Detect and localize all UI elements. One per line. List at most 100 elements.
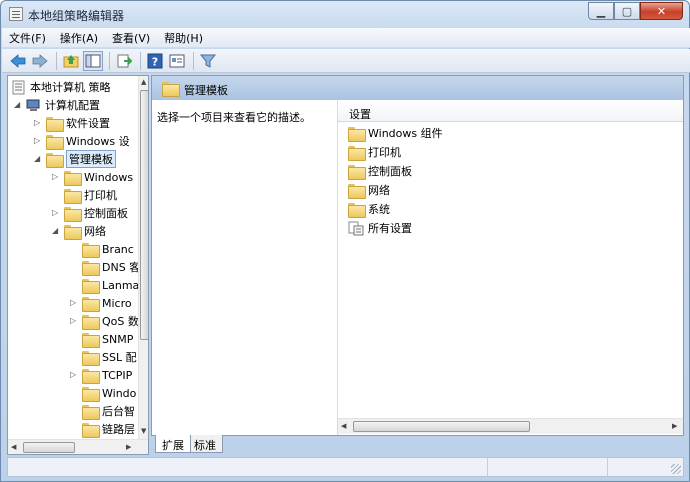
expand-arrow-icon[interactable]: ▷: [52, 173, 60, 181]
tree-item-qos[interactable]: ▷ QoS 数: [70, 312, 139, 330]
tree-item-network[interactable]: ◢ 网络: [52, 222, 106, 240]
tree-item-background-transfer[interactable]: 后台智: [82, 402, 135, 420]
tree-item-admin-templates[interactable]: ◢ 管理模板: [34, 150, 116, 168]
show-hide-tree-button[interactable]: [83, 50, 103, 71]
tree-label: 后台智: [102, 405, 135, 418]
up-one-level-button[interactable]: [61, 51, 81, 71]
folder-icon: [64, 188, 82, 204]
list-item-all-settings[interactable]: 所有设置: [348, 219, 412, 237]
tree-vertical-scroll-thumb[interactable]: [140, 90, 148, 340]
computer-icon: [26, 99, 40, 111]
list-item-system[interactable]: 系统: [348, 200, 390, 218]
menu-help[interactable]: 帮助(H): [157, 30, 210, 46]
scroll-right-arrow-icon[interactable]: ▶: [672, 422, 677, 430]
list-item-network[interactable]: 网络: [348, 181, 390, 199]
properties-button[interactable]: [167, 51, 187, 71]
tree-item-local-policy[interactable]: 本地计算机 策略: [12, 78, 111, 96]
tab-standard[interactable]: 标准: [187, 435, 223, 453]
menu-file[interactable]: 文件(F): [2, 30, 53, 46]
status-section-main: [8, 458, 488, 476]
toolbar-separator: [109, 51, 110, 70]
list-item-windows-components[interactable]: Windows 组件: [348, 124, 443, 142]
caption-buttons: ▁ ▢ ✕: [588, 2, 683, 20]
tree-label: QoS 数: [102, 315, 139, 328]
collapse-arrow-icon[interactable]: ◢: [52, 227, 60, 235]
tree-label: Windo: [102, 386, 137, 400]
menu-bar: 文件(F) 操作(A) 查看(V) 帮助(H): [2, 28, 690, 48]
tree-item-snmp[interactable]: SNMP: [82, 330, 133, 348]
folder-icon: [64, 170, 82, 186]
tree-pane: 本地计算机 策略 ◢ 计算机配置 ▷ 软件设置 ▷ Windows 设 ◢ 管理…: [7, 75, 149, 455]
tree-horizontal-scroll-thumb[interactable]: [23, 442, 75, 453]
back-button[interactable]: [8, 51, 28, 71]
show-hide-tree-icon: [85, 54, 101, 67]
details-pane: 管理模板 选择一个项目来查看它的描述。 设置 Windows 组件 打印机 控制…: [151, 75, 684, 436]
column-header-settings[interactable]: 设置: [338, 100, 683, 122]
tab-extended[interactable]: 扩展: [155, 435, 191, 453]
folder-icon: [348, 202, 366, 218]
scroll-down-arrow-icon[interactable]: ▼: [141, 427, 146, 435]
collapse-arrow-icon[interactable]: ◢: [14, 101, 22, 109]
minimize-button[interactable]: ▁: [588, 2, 614, 20]
title-bar[interactable]: 本地组策略编辑器 ▁ ▢ ✕: [1, 1, 689, 27]
tree-item-dns-client[interactable]: DNS 客: [82, 258, 140, 276]
scroll-left-arrow-icon[interactable]: ◀: [11, 443, 16, 451]
folder-icon: [348, 145, 366, 161]
export-list-button[interactable]: [114, 51, 134, 71]
tree-vertical-scrollbar[interactable]: ▲ ▼: [138, 76, 148, 439]
tree-item-tcpip[interactable]: ▷ TCPIP: [70, 366, 132, 384]
scroll-up-arrow-icon[interactable]: ▲: [141, 78, 146, 86]
list-item-control-panel[interactable]: 控制面板: [348, 162, 412, 180]
tree-item-ssl[interactable]: SSL 配: [82, 348, 137, 366]
tree-label: 软件设置: [66, 117, 110, 130]
maximize-button[interactable]: ▢: [614, 2, 640, 20]
list-item-label: 所有设置: [368, 222, 412, 235]
menu-view[interactable]: 查看(V): [105, 30, 157, 46]
expand-arrow-icon[interactable]: ▷: [52, 209, 60, 217]
tree-item-windows-settings[interactable]: ▷ Windows 设: [34, 132, 130, 150]
tree-label: DNS 客: [102, 261, 141, 274]
tree-item-microsoft[interactable]: ▷ Micro: [70, 294, 132, 312]
tree-item-lanman[interactable]: Lanma: [82, 276, 139, 294]
tree-item-branchcache[interactable]: Branc: [82, 240, 134, 258]
list-horizontal-scroll-thumb[interactable]: [353, 421, 530, 432]
menu-action[interactable]: 操作(A): [53, 30, 105, 46]
folder-icon: [82, 314, 100, 330]
folder-icon: [348, 126, 366, 142]
tree-item-printers[interactable]: 打印机: [64, 186, 117, 204]
tab-label: 标准: [194, 439, 216, 452]
tree-item-windows-connect[interactable]: Windo: [82, 384, 136, 402]
tree-item-windows-components[interactable]: ▷ Windows: [52, 168, 133, 186]
status-bar: [7, 457, 684, 477]
list-horizontal-scrollbar[interactable]: ◀ ▶: [338, 418, 683, 434]
close-button[interactable]: ✕: [640, 2, 683, 20]
scroll-left-arrow-icon[interactable]: ◀: [341, 422, 346, 430]
tree-item-software-settings[interactable]: ▷ 软件设置: [34, 114, 110, 132]
help-button[interactable]: ?: [145, 51, 165, 71]
tree-label: SSL 配: [102, 351, 137, 364]
resize-grip-icon[interactable]: [671, 464, 681, 474]
filter-button[interactable]: [198, 51, 218, 71]
expand-arrow-icon[interactable]: ▷: [70, 299, 78, 307]
list-item-printers[interactable]: 打印机: [348, 143, 401, 161]
tree-horizontal-scrollbar[interactable]: ◀ ▶: [8, 439, 148, 454]
collapse-arrow-icon[interactable]: ◢: [34, 155, 42, 163]
tree-item-computer-config[interactable]: ◢ 计算机配置: [14, 96, 100, 114]
tree-item-link-layer[interactable]: 链路层: [82, 420, 135, 438]
tree-label: 打印机: [84, 189, 117, 202]
expand-arrow-icon[interactable]: ▷: [34, 137, 42, 145]
scroll-right-arrow-icon[interactable]: ▶: [126, 443, 131, 451]
folder-icon: [82, 350, 100, 366]
tree-item-control-panel[interactable]: ▷ 控制面板: [52, 204, 128, 222]
tree-label: 本地计算机 策略: [30, 81, 111, 94]
main-window: 本地组策略编辑器 ▁ ▢ ✕ 文件(F) 操作(A) 查看(V) 帮助(H) ?…: [0, 0, 690, 482]
folder-icon: [162, 82, 180, 97]
list-item-label: 打印机: [368, 146, 401, 159]
expand-arrow-icon[interactable]: ▷: [34, 119, 42, 127]
forward-button[interactable]: [30, 51, 50, 71]
expand-arrow-icon[interactable]: ▷: [70, 371, 78, 379]
expand-arrow-icon[interactable]: ▷: [70, 317, 78, 325]
folder-icon: [64, 224, 82, 240]
up-folder-icon: [63, 54, 79, 67]
list-item-label: 网络: [368, 184, 390, 197]
